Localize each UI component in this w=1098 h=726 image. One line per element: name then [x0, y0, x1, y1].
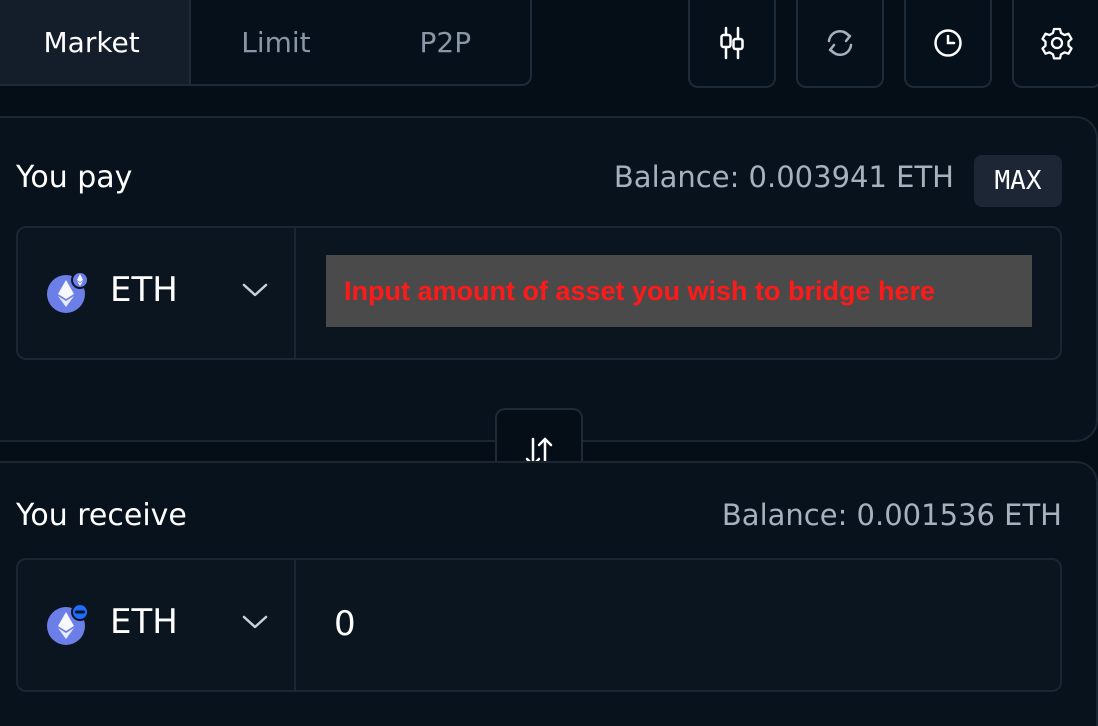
pay-label: You pay [16, 160, 133, 195]
receive-balance: Balance: 0.001536 ETH [721, 498, 1062, 532]
receive-asset-row: ETH 0 [16, 558, 1062, 692]
refresh-button[interactable] [796, 0, 884, 88]
eth-token-icon [47, 604, 88, 645]
pay-asset-row: ETH Input amount of asset you wish to br… [16, 226, 1062, 360]
tab-limit[interactable]: Limit [191, 0, 360, 84]
receive-label: You receive [16, 498, 187, 533]
chart-settings-icon [720, 26, 744, 60]
max-button[interactable]: MAX [974, 155, 1062, 207]
chevron-down-icon [242, 283, 268, 297]
settings-icon [1041, 27, 1073, 60]
receive-token-symbol: ETH [110, 602, 178, 642]
pay-amount-input[interactable]: Input amount of asset you wish to bridge… [326, 255, 1032, 327]
eth-token-icon [47, 272, 88, 313]
receive-token-selector[interactable]: ETH [18, 560, 296, 690]
history-icon [934, 29, 962, 57]
tab-market[interactable]: Market [0, 0, 192, 84]
order-type-tabs: Market Limit P2P [0, 0, 532, 86]
history-button[interactable] [904, 0, 992, 88]
pay-token-selector[interactable]: ETH [18, 228, 296, 358]
chart-settings-button[interactable] [688, 0, 776, 88]
pay-token-symbol: ETH [110, 270, 178, 310]
swap-widget: Market Limit P2P You pay Balance: 0.0039… [0, 0, 1098, 726]
tab-p2p[interactable]: P2P [361, 0, 530, 84]
pay-balance: Balance: 0.003941 ETH [613, 160, 954, 194]
receive-amount-output: 0 [334, 604, 356, 644]
settings-button[interactable] [1012, 0, 1098, 88]
refresh-icon [827, 29, 853, 57]
chevron-down-icon [242, 615, 268, 629]
